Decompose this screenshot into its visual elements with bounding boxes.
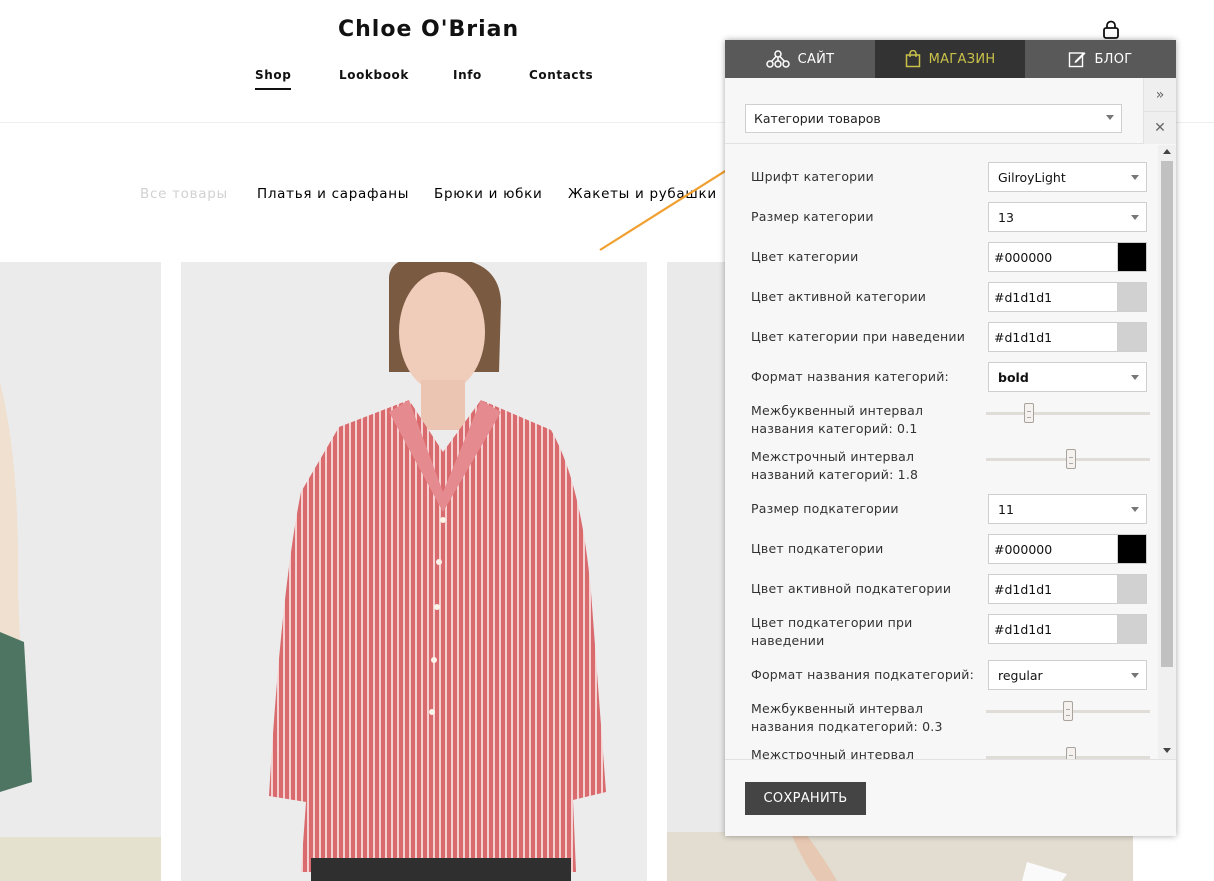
tab-blog[interactable]: БЛОГ [1025,40,1176,78]
cat-color-swatch[interactable] [1117,243,1146,271]
cat-size-label: Размер категории [751,209,874,224]
sub-size-value: 11 [998,502,1014,517]
sub-color-input[interactable] [989,535,1117,563]
cat-color-label: Цвет категории [751,249,859,264]
slider-handle[interactable] [1023,403,1034,423]
cat-hover-color-label: Цвет категории при наведении [751,329,966,344]
sub-color-field [988,534,1147,564]
cat-active-color-field [988,282,1147,312]
expand-icon[interactable]: » [1144,78,1176,111]
section-select[interactable]: Категории товаров [745,104,1122,133]
cat-font-value: GilroyLight [998,170,1066,185]
sub-hover-color-input[interactable] [989,615,1117,643]
sub-letter-spacing-slider[interactable] [986,701,1150,723]
sub-active-color-field [988,574,1147,604]
cat-line-height-slider[interactable] [986,449,1150,471]
panel-footer: СОХРАНИТЬ [725,759,1176,836]
tab-site[interactable]: САЙТ [725,40,875,78]
cat-color-field [988,242,1147,272]
slider-handle[interactable] [1063,701,1073,721]
settings-panel: САЙТ МАГАЗИН БЛОГ Категории товаров » ✕ [725,40,1176,836]
sub-hover-color-swatch[interactable] [1117,615,1146,643]
cat-hover-color-field [988,322,1147,352]
nav-lookbook[interactable]: Lookbook [339,68,409,82]
sub-active-color-input[interactable] [989,575,1117,603]
cat-letter-spacing-slider[interactable] [986,403,1150,425]
settings-list: Шрифт категории GilroyLight Размер катег… [725,145,1176,759]
slider-track [986,412,1150,415]
sub-format-label: Формат названия подкатегорий: [751,667,975,682]
slider-handle[interactable] [1066,449,1077,469]
product-image[interactable] [181,262,647,881]
lock-bag-icon[interactable] [1101,20,1121,40]
cat-size-select[interactable]: 13 [988,202,1147,232]
sub-line-height-slider[interactable] [986,747,1150,759]
sub-active-color-swatch[interactable] [1117,575,1146,603]
scroll-up-icon[interactable] [1163,149,1171,154]
site-logo[interactable]: Chloe O'Brian [338,17,519,42]
nav-shop[interactable]: Shop [255,68,292,90]
sub-format-value: regular [998,668,1043,683]
save-button[interactable]: СОХРАНИТЬ [745,782,866,815]
cat-active-color-label: Цвет активной категории [751,289,927,304]
cat-active-color-input[interactable] [989,283,1117,311]
tab-shop[interactable]: МАГАЗИН [875,40,1025,78]
sub-format-select[interactable]: regular [988,660,1147,690]
shopping-bag-icon [905,50,920,68]
category-jackets[interactable]: Жакеты и рубашки [568,186,717,202]
nav-info[interactable]: Info [453,68,482,82]
product-image[interactable] [0,262,161,881]
tab-blog-label: БЛОГ [1094,51,1133,67]
sub-hover-color-field [988,614,1147,644]
chevron-down-icon [1131,673,1139,678]
cat-active-color-swatch[interactable] [1117,283,1146,311]
section-select-value: Категории товаров [754,111,881,126]
panel-side-buttons: » ✕ [1143,78,1176,144]
nav-contacts[interactable]: Contacts [529,68,593,82]
category-dresses[interactable]: Платья и сарафаны [257,186,409,202]
chevron-down-icon [1131,375,1139,380]
cat-color-input[interactable] [989,243,1117,271]
close-icon[interactable]: ✕ [1144,111,1176,144]
sub-hover-color-label: Цвет подкатегории при наведении [751,615,913,648]
category-trousers[interactable]: Брюки и юбки [434,186,543,202]
cat-line-height-label: Межстрочный интервал названий категорий:… [751,449,919,482]
cat-format-label: Формат названия категорий: [751,369,949,384]
scroll-down-icon[interactable] [1163,748,1171,753]
chevron-down-icon [1131,175,1139,180]
panel-tabs: САЙТ МАГАЗИН БЛОГ [725,40,1176,78]
sub-color-swatch[interactable] [1117,535,1146,563]
cat-letter-spacing-label: Межбуквенный интервал названия категорий… [751,403,924,436]
chevron-down-icon [1131,215,1139,220]
sitemap-icon [765,50,790,68]
category-all[interactable]: Все товары [140,186,228,202]
sub-color-label: Цвет подкатегории [751,541,884,556]
sub-active-color-label: Цвет активной подкатегории [751,581,952,596]
cat-hover-color-input[interactable] [989,323,1117,351]
cat-format-value: bold [998,370,1029,385]
sub-letter-spacing-label: Межбуквенный интервал названия подкатего… [751,701,943,734]
cat-size-value: 13 [998,210,1014,225]
cat-font-select[interactable]: GilroyLight [988,162,1147,192]
chevron-down-icon [1131,507,1139,512]
cat-hover-color-swatch[interactable] [1117,323,1146,351]
scrollbar-thumb[interactable] [1161,161,1173,667]
slider-handle[interactable] [1066,747,1077,759]
tab-shop-label: МАГАЗИН [928,51,996,67]
tab-site-label: САЙТ [797,51,835,67]
cat-format-select[interactable]: bold [988,362,1147,392]
cat-font-label: Шрифт категории [751,169,874,184]
sub-size-select[interactable]: 11 [988,494,1147,524]
sub-line-height-label: Межстрочный интервал [751,747,915,759]
chevron-down-icon [1106,115,1114,120]
panel-section-bar: Категории товаров » ✕ [725,78,1176,144]
sub-size-label: Размер подкатегории [751,501,899,516]
panel-scrollbar[interactable] [1158,145,1176,759]
edit-icon [1069,52,1086,68]
